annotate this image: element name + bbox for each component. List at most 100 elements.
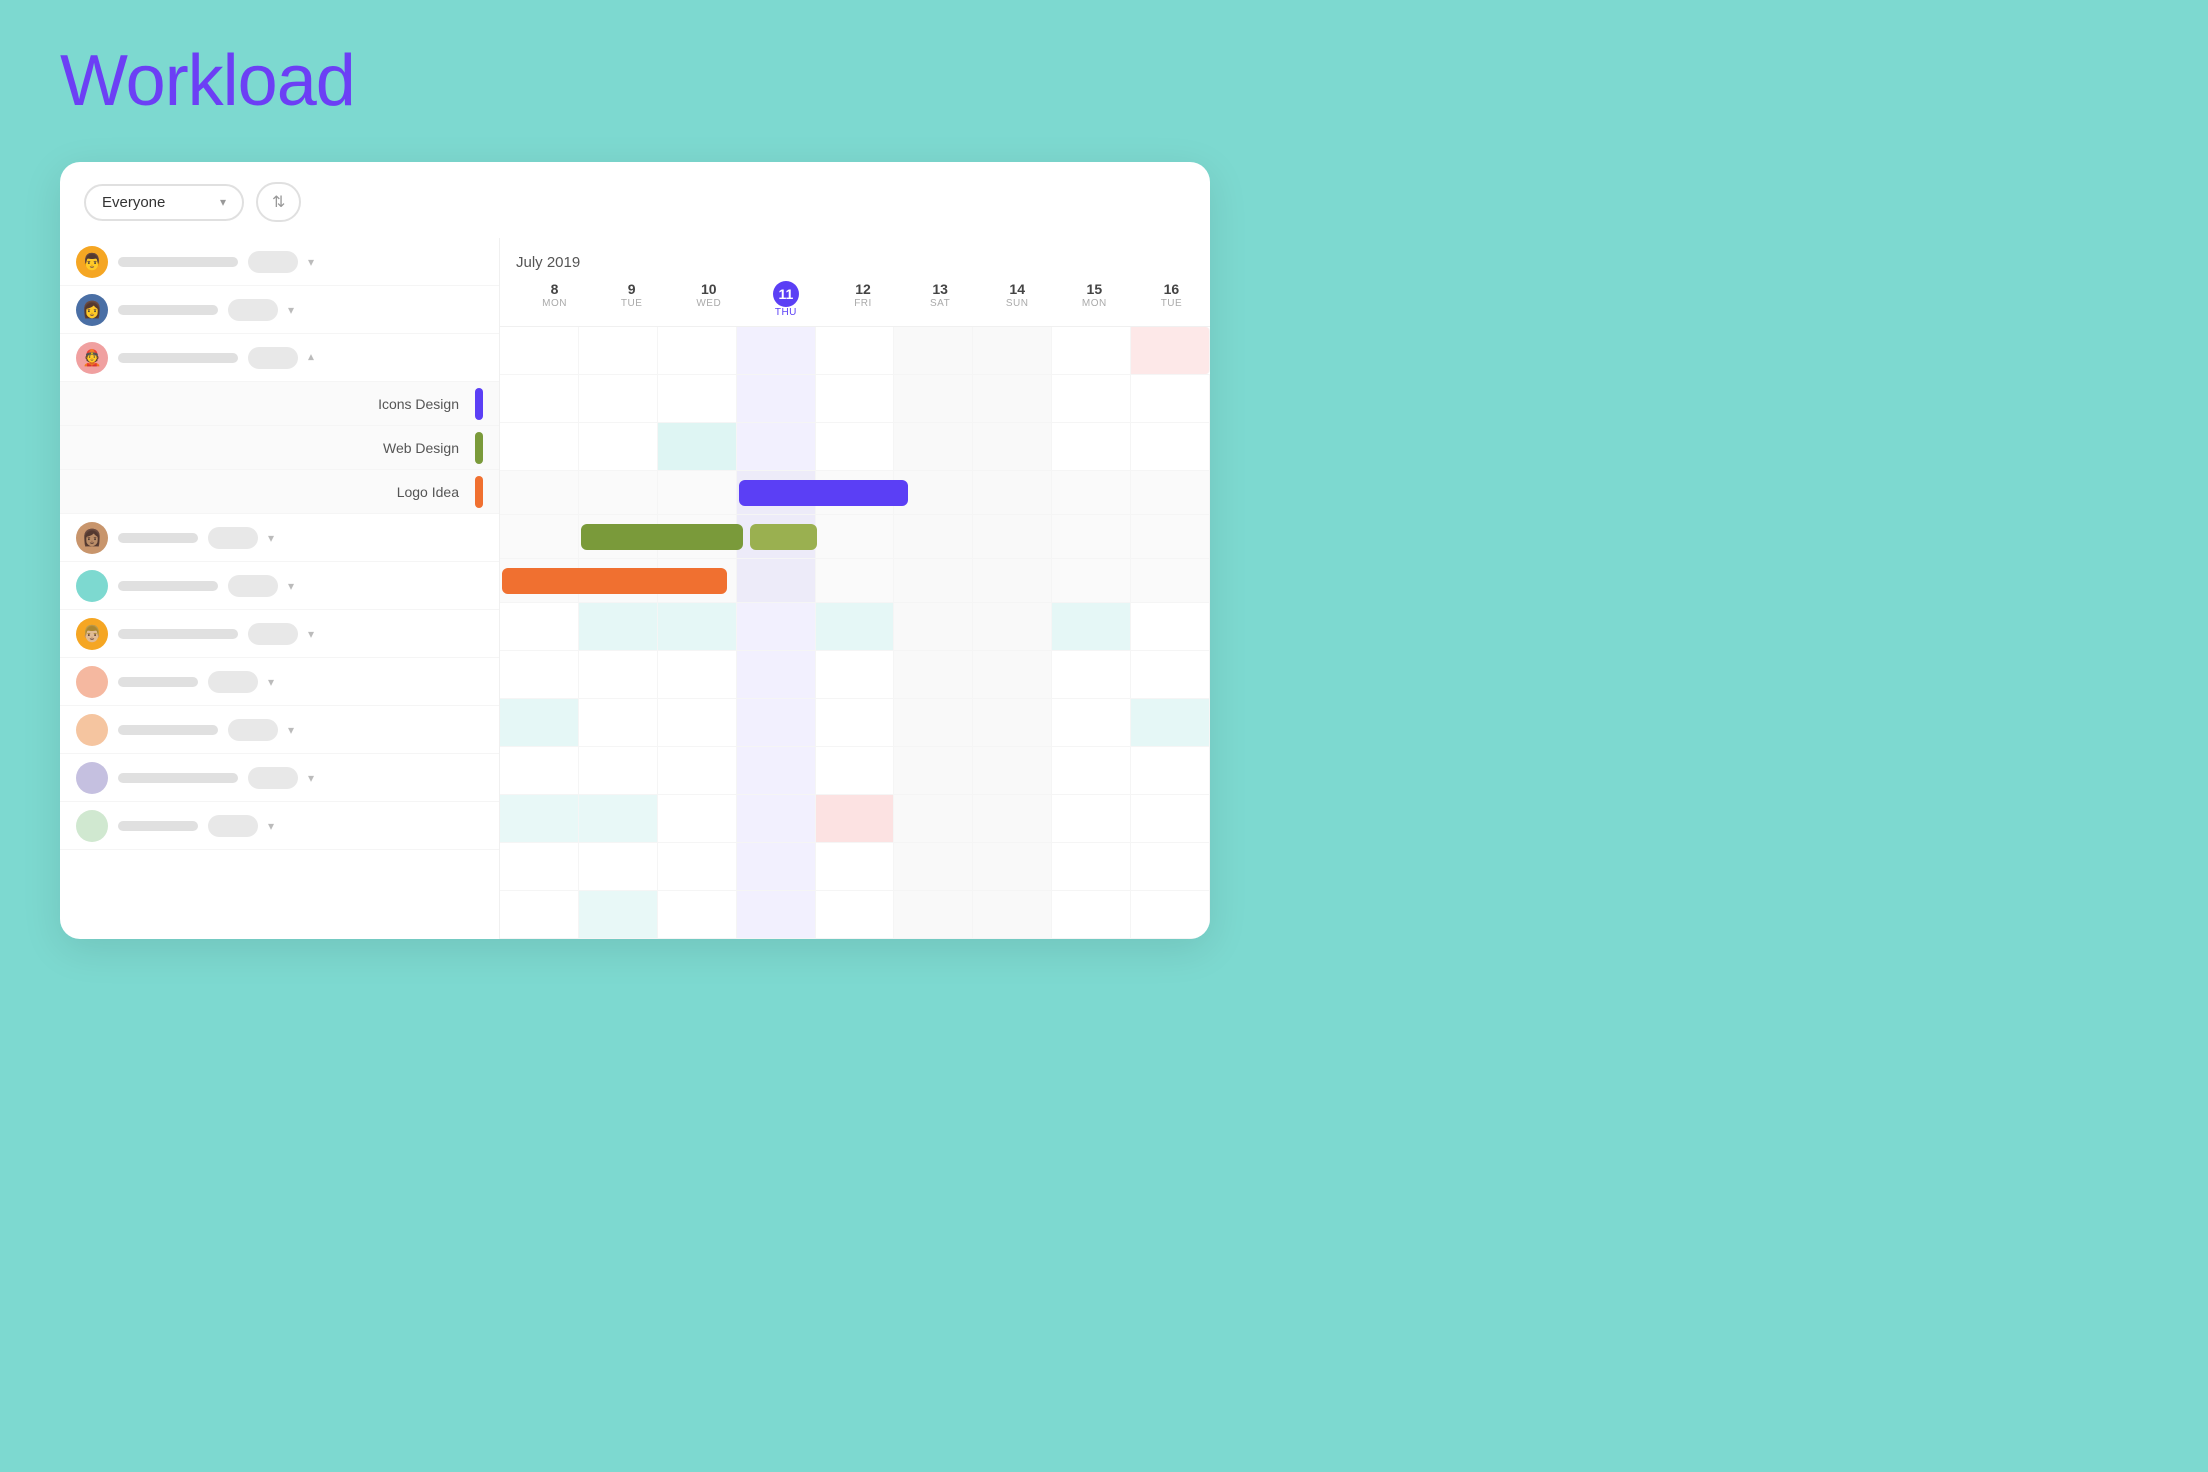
everyone-filter[interactable]: Everyone ▾: [84, 184, 244, 221]
cal-web-1: [500, 515, 579, 558]
tag-bar-7: [208, 671, 258, 693]
cal-cell-1-4: [737, 327, 816, 374]
person-row-9[interactable]: ▾: [60, 754, 499, 802]
cal-cell-10-6: [894, 891, 973, 938]
chevron-down-icon-9: ▾: [308, 771, 314, 785]
cal-cell-7-4: [737, 747, 816, 794]
person-row-10[interactable]: ▾: [60, 802, 499, 850]
task-label-logo: Logo Idea: [76, 484, 467, 500]
avatar-3: 👲: [76, 342, 108, 374]
cal-cell-1-6: [894, 327, 973, 374]
chevron-down-icon-6: ▾: [308, 627, 314, 641]
web-design-bar-1[interactable]: [581, 524, 743, 550]
cal-cell-2-3: [658, 375, 737, 422]
cal-cell-10-9: [1131, 891, 1210, 938]
cal-cell-5-3: [658, 651, 737, 698]
cal-icons-9: [1131, 471, 1210, 514]
cal-cell-1-1: [500, 327, 579, 374]
person-row-5[interactable]: ▾: [60, 562, 499, 610]
cal-logo-4: [737, 559, 816, 602]
cal-row-9: [500, 843, 1210, 891]
cal-row-5: [500, 651, 1210, 699]
person-row-3[interactable]: 👲 ▾: [60, 334, 499, 382]
chevron-down-icon-1: ▾: [308, 255, 314, 269]
cal-cell-9-2: [579, 843, 658, 890]
icons-design-bar[interactable]: [739, 480, 909, 506]
cal-logo-6: [894, 559, 973, 602]
avatar-10: [76, 810, 108, 842]
person-row-2[interactable]: 👩 ▾: [60, 286, 499, 334]
chevron-down-icon-4: ▾: [268, 531, 274, 545]
cal-cell-5-2: [579, 651, 658, 698]
cal-row-icons: [500, 471, 1210, 515]
tag-bar-4: [208, 527, 258, 549]
task-indicator-logo: [475, 476, 483, 508]
task-row-icons-design: Icons Design: [60, 382, 499, 426]
cal-logo-7: [973, 559, 1052, 602]
chevron-down-icon-5: ▾: [288, 579, 294, 593]
person-row-7[interactable]: ▾: [60, 658, 499, 706]
day-num-11-today: 11: [773, 281, 799, 307]
cal-cell-3-8: [1052, 423, 1131, 470]
cal-cell-2-1: [500, 375, 579, 422]
cal-cell-4-3: [658, 603, 737, 650]
cal-icons-3: [658, 471, 737, 514]
name-bar-4: [118, 533, 198, 543]
cal-cell-8-2: [579, 795, 658, 842]
card-header: Everyone ▾ ⇅: [60, 162, 1210, 222]
sort-icon: ⇅: [272, 192, 285, 212]
day-col-15: 15 MON: [1056, 281, 1133, 326]
day-num-16: 16: [1164, 281, 1180, 298]
person-row-6[interactable]: 👨🏼 ▾: [60, 610, 499, 658]
cal-cell-1-5: [816, 327, 895, 374]
tag-bar-2: [228, 299, 278, 321]
day-name-9: TUE: [621, 298, 643, 309]
cal-cell-2-2: [579, 375, 658, 422]
cal-cell-9-3: [658, 843, 737, 890]
person-row-8[interactable]: ▾: [60, 706, 499, 754]
day-num-12: 12: [855, 281, 871, 298]
cal-cell-7-2: [579, 747, 658, 794]
day-num-9: 9: [628, 281, 636, 298]
logo-idea-bar[interactable]: [502, 568, 727, 594]
chevron-down-icon-2: ▾: [288, 303, 294, 317]
cal-cell-2-9: [1131, 375, 1210, 422]
person-row-4[interactable]: 👩🏽 ▾: [60, 514, 499, 562]
cal-cell-7-9: [1131, 747, 1210, 794]
cal-cell-6-1: [500, 699, 579, 746]
day-num-14: 14: [1009, 281, 1025, 298]
page-title: Workload: [60, 40, 355, 122]
cal-cell-9-9: [1131, 843, 1210, 890]
cal-cell-8-6: [894, 795, 973, 842]
cal-cell-8-5: [816, 795, 895, 842]
day-num-15: 15: [1087, 281, 1103, 298]
cal-cell-1-2: [579, 327, 658, 374]
task-label-web: Web Design: [76, 440, 467, 456]
cal-cell-2-7: [973, 375, 1052, 422]
day-name-14: SUN: [1006, 298, 1029, 309]
cal-cell-4-7: [973, 603, 1052, 650]
cal-cell-6-5: [816, 699, 895, 746]
day-name-11: THU: [775, 307, 797, 318]
cal-row-3: [500, 423, 1210, 471]
day-num-13: 13: [932, 281, 948, 298]
tag-bar-5: [228, 575, 278, 597]
avatar-2: 👩: [76, 294, 108, 326]
avatar-6: 👨🏼: [76, 618, 108, 650]
day-name-13: SAT: [930, 298, 950, 309]
name-bar-10: [118, 821, 198, 831]
person-row-1[interactable]: 👨 ▾: [60, 238, 499, 286]
cal-cell-6-3: [658, 699, 737, 746]
cal-cell-8-7: [973, 795, 1052, 842]
task-row-web-design: Web Design: [60, 426, 499, 470]
tag-bar-6: [248, 623, 298, 645]
cal-cell-1-7: [973, 327, 1052, 374]
cal-icons-7: [973, 471, 1052, 514]
web-design-bar-2[interactable]: [750, 524, 817, 550]
cal-cell-9-5: [816, 843, 895, 890]
cal-icons-8: [1052, 471, 1131, 514]
cal-cell-1-9: [1131, 327, 1210, 374]
cal-row-4: [500, 603, 1210, 651]
sort-button[interactable]: ⇅: [256, 182, 301, 222]
cal-icons-1: [500, 471, 579, 514]
